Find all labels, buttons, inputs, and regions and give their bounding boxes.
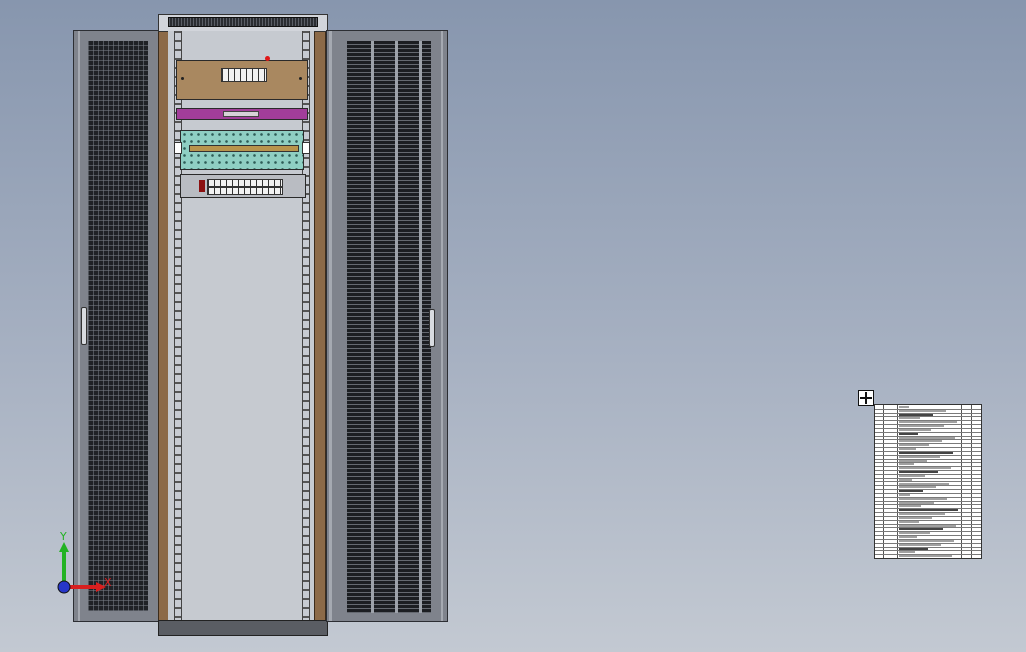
bom-row-text (899, 451, 953, 454)
patch-panel-strip (189, 145, 299, 152)
bom-row-text (899, 520, 919, 523)
right-door[interactable] (326, 30, 448, 622)
panel-screw-right (299, 77, 302, 80)
pdu-terminal-row-1 (207, 179, 283, 187)
bom-row-text (899, 436, 955, 439)
bom-row-text (899, 421, 957, 424)
bom-row-text (899, 513, 945, 516)
bom-row-text (899, 474, 925, 477)
model-viewport[interactable]: Y X (0, 0, 1026, 652)
bracket-left (174, 142, 182, 154)
left-door-mesh (88, 41, 148, 611)
cabinet-frame[interactable] (158, 14, 328, 636)
bom-row-text (899, 505, 921, 508)
bom-row-text (899, 467, 951, 470)
right-door-handle[interactable] (429, 309, 435, 347)
bom-row-text (899, 448, 916, 451)
power-distribution-unit[interactable] (180, 174, 306, 198)
mesh-divider-1 (371, 41, 374, 613)
distribution-panel[interactable] (176, 56, 308, 100)
bom-table[interactable] (874, 404, 982, 559)
left-door-handle[interactable] (81, 307, 87, 345)
bom-row-text (899, 478, 912, 481)
cable-manager-slot (223, 111, 259, 117)
bom-row-text (899, 463, 914, 466)
bom-row-text (899, 486, 936, 489)
move-arrows-icon[interactable] (858, 390, 874, 406)
bom-row-text (899, 497, 947, 500)
bom-row-text (899, 413, 933, 416)
bom-row-text (899, 409, 946, 412)
reference-triad: Y X (52, 530, 122, 600)
bom-row-text (899, 455, 940, 458)
bom-row-text (899, 428, 931, 431)
bom-row-text (899, 536, 917, 539)
bom-row-text (899, 539, 954, 542)
bom-row-text (899, 482, 949, 485)
bom-row-text (899, 547, 928, 550)
mesh-divider-2 (395, 41, 398, 613)
pdu-red-indicator (199, 180, 205, 192)
bom-row-text (899, 432, 918, 435)
bom-row-text (899, 509, 958, 512)
bom-row-text (899, 528, 943, 531)
red-pin-icon (265, 56, 270, 61)
bom-row-text (899, 543, 941, 546)
bom-row-text (899, 490, 923, 493)
bom-row-text (899, 532, 930, 535)
bom-row-text (899, 516, 932, 519)
bom-row-text (899, 501, 934, 504)
bracket-right (302, 142, 310, 154)
cabinet-plinth (158, 620, 328, 636)
bom-row-text (899, 471, 938, 474)
bom-row-text (899, 493, 910, 496)
top-vent (168, 17, 318, 27)
triad-x-label: X (104, 576, 112, 589)
bom-row-text (899, 440, 942, 443)
panel-screw-left (181, 77, 184, 80)
bom-row-text (899, 444, 929, 447)
pdu-terminal-row-2 (207, 187, 283, 195)
frame-post-right (314, 14, 326, 626)
patch-panel[interactable] (180, 130, 304, 170)
bom-row-text (899, 459, 927, 462)
bom-row-text (899, 551, 915, 554)
bom-row-text (899, 406, 909, 408)
bom-row-text (899, 425, 944, 428)
bom-row-text (899, 417, 920, 420)
bom-row (875, 554, 981, 558)
bom-row-text (899, 555, 952, 558)
cable-manager-1u[interactable] (176, 108, 308, 120)
triad-y-label: Y (60, 530, 67, 543)
terminal-block (221, 68, 267, 82)
mesh-divider-3 (419, 41, 422, 613)
bom-row-text (899, 524, 956, 527)
